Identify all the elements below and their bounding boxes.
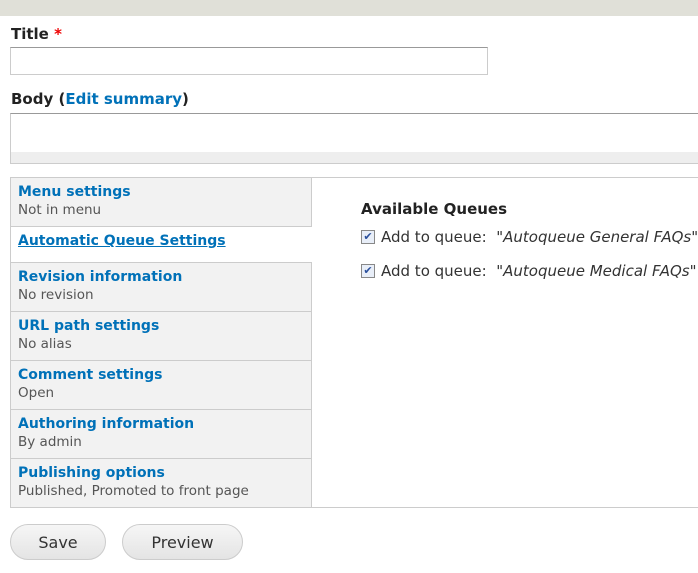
tab-title[interactable]: URL path settings bbox=[18, 318, 304, 334]
tab-summary: By admin bbox=[18, 434, 82, 450]
vertical-tab-revision-information[interactable]: Revision information No revision bbox=[11, 263, 312, 312]
option-prefix: Add to queue: " bbox=[381, 228, 504, 246]
tab-title[interactable]: Menu settings bbox=[18, 184, 304, 200]
preview-button[interactable]: Preview bbox=[122, 524, 243, 560]
save-button[interactable]: Save bbox=[10, 524, 106, 560]
title-input[interactable] bbox=[10, 47, 488, 75]
option-suffix: " bbox=[691, 228, 698, 246]
tab-summary: Not in menu bbox=[18, 202, 102, 218]
vertical-tab-authoring-information[interactable]: Authoring information By admin bbox=[11, 410, 312, 459]
vertical-tabs: Menu settings Not in menu Automatic Queue … bbox=[10, 177, 698, 508]
tab-summary: Open bbox=[18, 385, 55, 401]
title-label: Title * bbox=[11, 25, 62, 43]
edit-summary-link[interactable]: Edit summary bbox=[65, 90, 182, 108]
pane-heading: Available Queues bbox=[361, 200, 508, 218]
vertical-tab-automatic-queue-settings[interactable]: Automatic Queue Settings bbox=[11, 227, 312, 263]
textarea-resize-handle[interactable] bbox=[10, 152, 698, 164]
queue-option[interactable]: ✔ Add to queue: " Autoqueue Medical FAQs " bbox=[361, 262, 698, 280]
vertical-tab-publishing-options[interactable]: Publishing options Published, Promoted to… bbox=[11, 459, 312, 508]
tab-summary: No alias bbox=[18, 336, 72, 352]
checkbox[interactable]: ✔ bbox=[361, 264, 375, 278]
option-prefix: Add to queue: " bbox=[381, 262, 504, 280]
tab-summary: No revision bbox=[18, 287, 94, 303]
automatic-queue-pane: Available Queues ✔ Add to queue: " Autoque… bbox=[361, 200, 698, 296]
tab-title[interactable]: Authoring information bbox=[18, 416, 304, 432]
top-bar bbox=[0, 0, 698, 16]
tab-title[interactable]: Revision information bbox=[18, 269, 304, 285]
tab-title[interactable]: Automatic Queue Settings bbox=[18, 233, 305, 249]
option-suffix: " bbox=[689, 262, 697, 280]
checkbox[interactable]: ✔ bbox=[361, 230, 375, 244]
tab-summary: Published, Promoted to front page bbox=[18, 483, 249, 499]
vertical-tab-comment-settings[interactable]: Comment settings Open bbox=[11, 361, 312, 410]
body-textarea[interactable] bbox=[10, 113, 698, 153]
required-mark: * bbox=[54, 25, 62, 43]
vertical-tab-url-path-settings[interactable]: URL path settings No alias bbox=[11, 312, 312, 361]
tab-title[interactable]: Publishing options bbox=[18, 465, 304, 481]
queue-name: Autoqueue General FAQs bbox=[503, 228, 692, 246]
queue-option[interactable]: ✔ Add to queue: " Autoqueue General FAQs " bbox=[361, 228, 698, 246]
body-label: Body (Edit summary) bbox=[11, 90, 189, 108]
vertical-tab-list: Menu settings Not in menu Automatic Queue … bbox=[11, 178, 312, 508]
tab-title[interactable]: Comment settings bbox=[18, 367, 304, 383]
queue-name: Autoqueue Medical FAQs bbox=[503, 262, 690, 280]
vertical-tab-menu-settings[interactable]: Menu settings Not in menu bbox=[11, 178, 312, 227]
